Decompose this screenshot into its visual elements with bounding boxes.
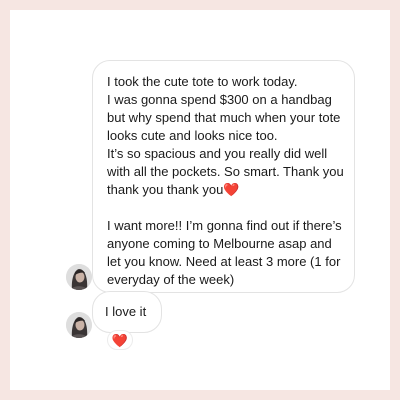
message-bubble-short[interactable]: I love it [92, 291, 162, 333]
user-avatar-icon [66, 264, 92, 290]
message-text: I love it [105, 304, 147, 319]
message-line-1: I took the cute tote to work today. [107, 74, 298, 89]
chat-card: I took the cute tote to work today. I wa… [10, 10, 390, 390]
heart-emoji-icon: ❤️ [223, 182, 240, 197]
message-bubble-long[interactable]: I took the cute tote to work today. I wa… [92, 60, 355, 293]
message-line-2: I was gonna spend $300 on a handbag but … [107, 92, 341, 143]
avatar[interactable] [66, 312, 92, 338]
user-avatar-icon [66, 312, 92, 338]
heart-reaction-icon: ❤️ [111, 333, 129, 348]
message-line-4: I want more!! I’m gonna find out if ther… [107, 218, 342, 287]
message-line-3: It’s so spacious and you really did well… [107, 145, 344, 199]
avatar[interactable] [66, 264, 92, 290]
reaction-badge[interactable]: ❤️ [107, 330, 133, 350]
